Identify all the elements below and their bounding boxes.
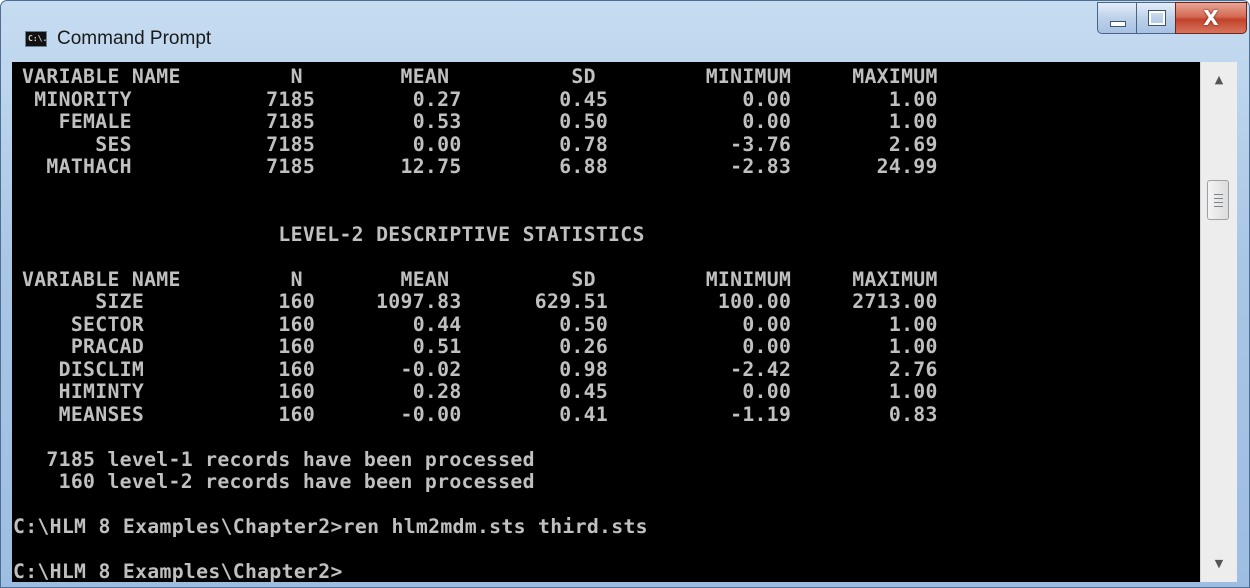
minimize-button[interactable] — [1097, 2, 1137, 34]
app-icon-text: C:\. — [28, 34, 48, 43]
console-text: VARIABLE NAME N MEAN SD MINIMUM MAXIMUM … — [12, 62, 1200, 516]
console-line-16 — [22, 426, 1200, 449]
console-line-5 — [22, 179, 1200, 202]
prompt-line-0: C:\HLM 8 Examples\Chapter2>ren hlm2mdm.s… — [13, 515, 648, 538]
console-line-13: DISCLIM 160 -0.02 0.98 -2.42 2.76 — [22, 357, 938, 381]
console-output[interactable]: VARIABLE NAME N MEAN SD MINIMUM MAXIMUM … — [12, 62, 1200, 582]
scrollbar-thumb[interactable] — [1207, 180, 1229, 220]
close-icon: X — [1203, 6, 1219, 30]
console-line-18: 160 level-2 records have been processed — [22, 470, 535, 493]
console-app-icon[interactable]: C:\. — [25, 31, 47, 47]
command-prompt-window: C:\. Command Prompt X VARIABLE NAME N ME… — [0, 0, 1250, 588]
console-line-15: MEANSES 160 -0.00 0.41 -1.19 0.83 — [22, 402, 938, 426]
maximize-button[interactable] — [1136, 2, 1176, 34]
prompt-line-1 — [13, 539, 1200, 562]
console-line-1: MINORITY 7185 0.27 0.45 0.00 1.00 — [22, 87, 938, 111]
thumb-grip-line — [1214, 202, 1223, 203]
console-line-10: SIZE 160 1097.83 629.51 100.00 2713.00 — [22, 290, 938, 313]
command-prompt-lines[interactable]: C:\HLM 8 Examples\Chapter2>ren hlm2mdm.s… — [12, 515, 1200, 582]
close-button[interactable]: X — [1175, 2, 1247, 34]
scroll-down-arrow-icon[interactable]: ▼ — [1201, 546, 1237, 582]
console-line-17: 7185 level-1 records have been processed — [22, 447, 535, 471]
thumb-grip-line — [1214, 194, 1223, 195]
window-title: Command Prompt — [57, 28, 212, 49]
console-line-7: LEVEL-2 DESCRIPTIVE STATISTICS — [22, 222, 645, 246]
prompt-line-2: C:\HLM 8 Examples\Chapter2> — [13, 560, 343, 582]
console-line-2: FEMALE 7185 0.53 0.50 0.00 1.00 — [22, 110, 938, 133]
console-line-11: SECTOR 160 0.44 0.50 0.00 1.00 — [22, 312, 938, 336]
console-line-3: SES 7185 0.00 0.78 -3.76 2.69 — [22, 132, 938, 156]
console-line-0: VARIABLE NAME N MEAN SD MINIMUM MAXIMUM — [22, 65, 938, 88]
console-line-19 — [22, 494, 1200, 517]
console-line-8 — [22, 246, 1200, 269]
console-line-4: MATHACH 7185 12.75 6.88 -2.83 24.99 — [22, 155, 938, 178]
console-line-6 — [22, 201, 1200, 224]
console-line-14: HIMINTY 160 0.28 0.45 0.00 1.00 — [22, 380, 938, 403]
thumb-grip-line — [1214, 206, 1223, 207]
vertical-scrollbar[interactable]: ▲ ▼ — [1200, 62, 1237, 582]
minimize-icon — [1110, 21, 1126, 27]
console-line-12: PRACAD 160 0.51 0.26 0.00 1.00 — [22, 335, 938, 358]
maximize-icon — [1148, 10, 1166, 26]
title-bar[interactable]: C:\. Command Prompt X — [1, 1, 1249, 61]
console-line-9: VARIABLE NAME N MEAN SD MINIMUM MAXIMUM — [22, 267, 938, 291]
scroll-up-arrow-icon[interactable]: ▲ — [1201, 62, 1237, 98]
thumb-grip-line — [1214, 198, 1223, 199]
